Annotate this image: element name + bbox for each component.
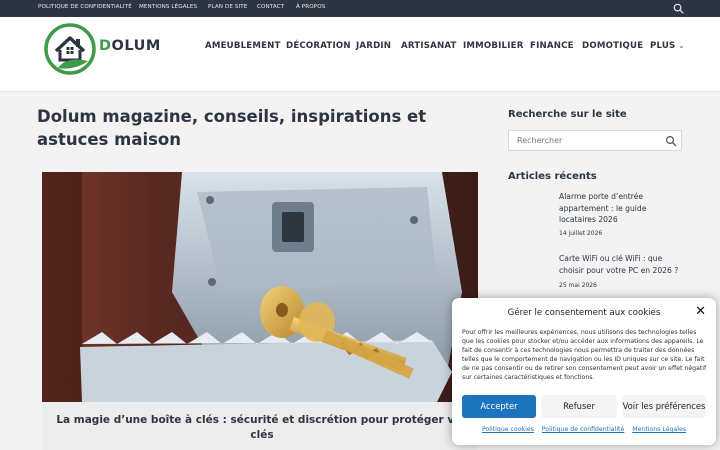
cookie-modal-links: Politique cookies Politique de confident…	[452, 426, 716, 433]
chevron-down-icon: ⌄	[678, 42, 685, 50]
nav-item-ameublement[interactable]: AMEUBLEMENT	[205, 41, 281, 51]
refuse-button[interactable]: Refuser	[541, 395, 617, 418]
sidebar-search-heading: Recherche sur le site	[508, 109, 627, 120]
legal-notice-link[interactable]: Mentions Légales	[632, 426, 686, 433]
logo-house-icon[interactable]	[42, 21, 98, 77]
nav-item-jardin[interactable]: JARDIN	[356, 41, 391, 51]
topbar-link-legal[interactable]: MENTIONS LÉGALES	[139, 4, 197, 10]
recent-post-date: 25 mai 2026	[559, 282, 597, 289]
cookie-consent-modal: Gérer le consentement aux cookies ✕ Pour…	[452, 298, 716, 445]
featured-image[interactable]	[42, 172, 478, 402]
featured-article-title[interactable]: La magie d’une boîte à clés : sécurité e…	[56, 413, 468, 443]
topbar-link-contact[interactable]: CONTACT	[257, 4, 284, 10]
topbar-link-privacy[interactable]: POLITIQUE DE CONFIDENTIALITÉ	[38, 4, 132, 10]
cookie-modal-text: Pour offrir les meilleures expériences, …	[462, 329, 707, 382]
recent-post-title[interactable]: Carte WiFi ou clé WiFi : que choisir pou…	[559, 253, 681, 276]
cookie-policy-link[interactable]: Politique cookies	[482, 426, 534, 433]
nav-item-artisanat[interactable]: ARTISANAT	[401, 41, 457, 51]
sidebar-recent-heading: Articles récents	[508, 171, 597, 182]
site-logo-text[interactable]: DOLUM	[99, 38, 161, 54]
topbar-link-sitemap[interactable]: PLAN DE SITE	[208, 4, 247, 10]
nav-item-domotique[interactable]: DOMOTIQUE	[582, 41, 643, 51]
recent-post-title[interactable]: Alarme porte d’entrée appartement : le g…	[559, 191, 681, 226]
site-header: DOLUM AMEUBLEMENT DÉCORATION JARDIN ARTI…	[0, 17, 720, 92]
topbar-link-about[interactable]: À PROPOS	[296, 4, 325, 10]
cookie-modal-title: Gérer le consentement aux cookies	[507, 308, 661, 318]
recent-post-date: 14 juillet 2026	[559, 230, 603, 237]
nav-item-immobilier[interactable]: IMMOBILIER	[463, 41, 524, 51]
recent-post-thumbnail[interactable]	[508, 191, 552, 231]
recent-post-thumbnail[interactable]	[508, 253, 552, 293]
nav-item-plus[interactable]: PLUS ⌄	[650, 41, 685, 51]
nav-item-decoration[interactable]: DÉCORATION	[286, 41, 351, 51]
key-lockbox-image	[42, 172, 478, 402]
accept-button[interactable]: Accepter	[462, 395, 536, 418]
search-icon[interactable]	[665, 135, 677, 147]
nav-item-finance[interactable]: FINANCE	[530, 41, 574, 51]
sidebar-search-input[interactable]: Rechercher	[508, 130, 682, 151]
view-preferences-button[interactable]: Voir les préférences	[622, 395, 706, 418]
close-icon[interactable]: ✕	[695, 304, 706, 319]
search-icon[interactable]	[673, 3, 684, 14]
page-title: Dolum magazine, conseils, inspirations e…	[37, 107, 427, 149]
search-placeholder: Rechercher	[517, 136, 563, 145]
privacy-policy-link[interactable]: Politique de confidentialité	[542, 426, 624, 433]
top-bar: POLITIQUE DE CONFIDENTIALITÉ MENTIONS LÉ…	[0, 0, 720, 17]
